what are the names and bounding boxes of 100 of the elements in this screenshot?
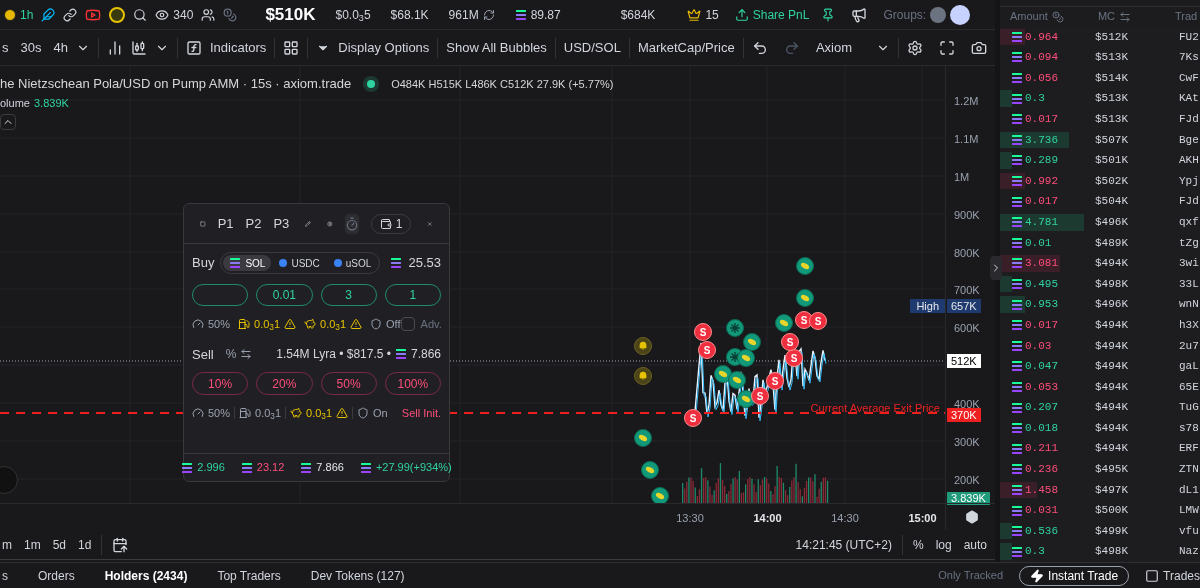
trader-address[interactable]: vfu — [1179, 522, 1199, 540]
calendar-icon[interactable] — [112, 536, 129, 553]
range-button[interactable]: m — [2, 535, 12, 554]
trader-address[interactable]: s78 — [1179, 419, 1199, 437]
trader-address[interactable]: 65E — [1179, 378, 1199, 396]
share-pnl-button[interactable]: Share PnL — [734, 5, 810, 24]
unit-toggle[interactable]: % — [225, 345, 237, 364]
trader-address[interactable]: FU2 — [1179, 28, 1199, 46]
feather-icon[interactable] — [41, 7, 56, 22]
interval-button[interactable]: 30s — [20, 37, 42, 58]
scale-option[interactable]: log — [935, 535, 952, 554]
preset-tab[interactable]: P2 — [245, 213, 262, 234]
collapse-button[interactable] — [0, 114, 16, 130]
candlestick-icon[interactable] — [130, 39, 147, 56]
trader-address[interactable]: dL1 — [1179, 481, 1199, 499]
trader-address[interactable]: CwF — [1179, 69, 1199, 87]
setting-value[interactable]: Off — [386, 316, 401, 333]
bottom-tab[interactable]: Dev Tokens (127) — [310, 566, 405, 585]
setting-value[interactable]: 0.0$_{3}$1 — [254, 316, 281, 333]
swap-icon[interactable] — [240, 348, 253, 361]
sell-init-link[interactable]: Sell Init. — [401, 405, 441, 422]
trader-address[interactable]: LMW — [1179, 502, 1199, 519]
setting-value[interactable]: 0.0$_{3}$1 — [255, 405, 282, 422]
trader-address[interactable]: Bge — [1179, 131, 1199, 149]
range-button[interactable]: 1d — [78, 535, 92, 554]
trader-address[interactable]: tZg — [1179, 234, 1199, 252]
trade-row[interactable]: 4.781 $496K qxf — [1000, 211, 1200, 233]
trader-address[interactable]: KAt — [1179, 90, 1199, 107]
trader-address[interactable]: 2u7 — [1179, 337, 1199, 354]
trader-address[interactable]: h3X — [1179, 316, 1199, 334]
trader-address[interactable]: TuG — [1179, 399, 1199, 416]
setting-value[interactable]: 0.0$_{3}$1 — [320, 316, 347, 333]
group-avatar[interactable] — [950, 4, 971, 25]
hexagon-icon[interactable] — [965, 510, 979, 524]
trader-address[interactable]: ERF — [1179, 440, 1199, 457]
bottom-tab[interactable]: Top Traders — [217, 566, 281, 585]
settings-icon[interactable] — [907, 39, 923, 56]
undo-icon[interactable] — [751, 39, 768, 56]
megaphone-icon[interactable] — [851, 6, 868, 23]
trader-address[interactable]: qxf — [1179, 213, 1199, 231]
setting-value[interactable]: 0.0$_{3}$1 — [306, 405, 333, 422]
trader-address[interactable]: FJd — [1179, 193, 1199, 210]
trader-address[interactable]: FJd — [1179, 111, 1199, 128]
trader-address[interactable]: 7Ks — [1179, 49, 1199, 66]
trade-row[interactable]: 0.3 $513K KAt — [1000, 88, 1200, 109]
trade-row[interactable]: 0.992 $502K Ypj — [1000, 170, 1200, 192]
trader-address[interactable]: ZTN — [1179, 461, 1199, 478]
scale-option[interactable]: % — [912, 535, 924, 554]
scale-option[interactable]: auto — [963, 535, 987, 554]
coin-icon[interactable] — [109, 6, 126, 23]
trader-address[interactable]: 33L — [1179, 275, 1199, 293]
bottom-tab[interactable]: Holders (2434) — [104, 566, 188, 585]
display-options-button[interactable]: Display Options — [316, 37, 430, 58]
bottom-tab[interactable]: s — [2, 566, 8, 585]
search-icon[interactable] — [133, 7, 148, 22]
preset-tab[interactable]: P3 — [273, 213, 290, 234]
toolbar-button[interactable]: Show All Bubbles — [446, 37, 547, 58]
trader-address[interactable]: Ypj — [1179, 172, 1199, 190]
toolbar-button[interactable]: USD/SOL — [563, 37, 621, 58]
range-button[interactable]: 1m — [24, 535, 41, 554]
bottom-tab[interactable]: Orders — [38, 566, 75, 585]
trade-row[interactable]: 3.736 $507K Bge — [1000, 129, 1200, 151]
trader-address[interactable]: AKH — [1179, 152, 1199, 169]
trader-address[interactable]: wnN — [1179, 296, 1199, 313]
setting-value[interactable]: 50% — [208, 316, 231, 333]
trades-toggle[interactable]: Trades — [1145, 566, 1200, 585]
currency-option[interactable]: SOL — [223, 255, 272, 271]
toolbar-button[interactable]: MarketCap/Price — [637, 37, 735, 58]
trade-row[interactable]: 0.289 $501K AKH — [1000, 150, 1200, 171]
trade-row[interactable]: 0.495 $498K 33L — [1000, 273, 1200, 295]
setting-value[interactable]: 50% — [208, 405, 231, 422]
trade-row[interactable]: 0.964 $512K FU2 — [1000, 26, 1200, 48]
swap-icon[interactable] — [1119, 10, 1132, 23]
currency-option[interactable]: uSOL — [327, 255, 378, 271]
coins-icon[interactable] — [223, 7, 238, 22]
trader-address[interactable]: Naz — [1179, 543, 1199, 560]
camera-icon[interactable] — [971, 39, 987, 56]
expand-handle[interactable] — [990, 256, 1002, 280]
layout-dropdown[interactable]: Axiom — [815, 37, 890, 58]
fullscreen-icon[interactable] — [939, 39, 955, 56]
users-icon[interactable] — [201, 7, 216, 22]
trader-address[interactable]: gaL — [1179, 358, 1199, 375]
trade-row[interactable]: 0.536 $499K vfu — [1000, 520, 1200, 542]
currency-option[interactable]: USDC — [273, 255, 326, 271]
interval-button[interactable]: 4h — [53, 37, 68, 58]
trade-row[interactable]: 3.081 $494K 3wi — [1000, 253, 1200, 274]
advanced-checkbox[interactable] — [400, 317, 415, 332]
range-button[interactable]: 5d — [52, 535, 67, 554]
interval-button[interactable]: s — [2, 37, 9, 58]
timer-button[interactable] — [344, 213, 359, 234]
pin-icon[interactable] — [821, 7, 836, 22]
trade-row[interactable]: 1.458 $497K dL1 — [1000, 479, 1200, 501]
indicators-button[interactable]: Indicators — [185, 37, 267, 58]
preset-tab[interactable]: P1 — [217, 213, 234, 234]
trade-row[interactable]: 0.953 $496K wnN — [1000, 294, 1200, 315]
only-tracked-toggle[interactable]: Only Tracked — [938, 567, 1004, 584]
trade-row[interactable]: 0.3 $498K Naz — [1000, 541, 1200, 562]
setting-value[interactable]: On — [373, 405, 388, 422]
trader-address[interactable]: 3wi — [1179, 255, 1199, 272]
layout-grid-icon[interactable] — [283, 39, 300, 56]
